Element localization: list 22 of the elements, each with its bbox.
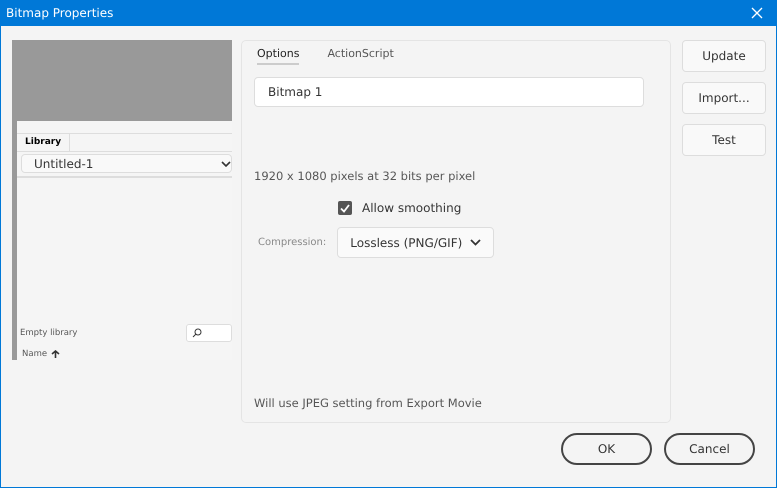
arrow-up-icon [51, 350, 60, 358]
checkbox[interactable] [338, 201, 352, 215]
checkbox-label[interactable]: Allow smoothing [362, 201, 462, 215]
column-header: Name [22, 349, 48, 359]
side-button[interactable]: Test [682, 124, 766, 156]
tab[interactable]: Options [257, 47, 300, 65]
search-icon [192, 328, 202, 338]
chevron-down-icon [470, 239, 482, 246]
ok-button[interactable]: OK [561, 433, 652, 465]
note-text: Will use JPEG setting from Export Movie [254, 396, 483, 410]
status-text: Empty library [20, 328, 78, 338]
compression-dropdown[interactable]: Lossless (PNG/GIF) [337, 227, 494, 258]
info-text: 1920 x 1080 pixels at 32 bits per pixel [254, 169, 476, 183]
dialog-button[interactable]: Cancel [664, 433, 755, 465]
tab[interactable]: ActionScript [327, 47, 394, 65]
name-field[interactable]: Bitmap 1 [254, 77, 644, 107]
chevron-down-icon [221, 160, 231, 166]
side-button[interactable]: Import... [682, 82, 766, 114]
close-icon[interactable] [751, 7, 763, 19]
side-button[interactable]: Update [682, 40, 766, 72]
window-title: Bitmap Properties [6, 6, 114, 20]
compression-label: Compression: [258, 237, 326, 248]
